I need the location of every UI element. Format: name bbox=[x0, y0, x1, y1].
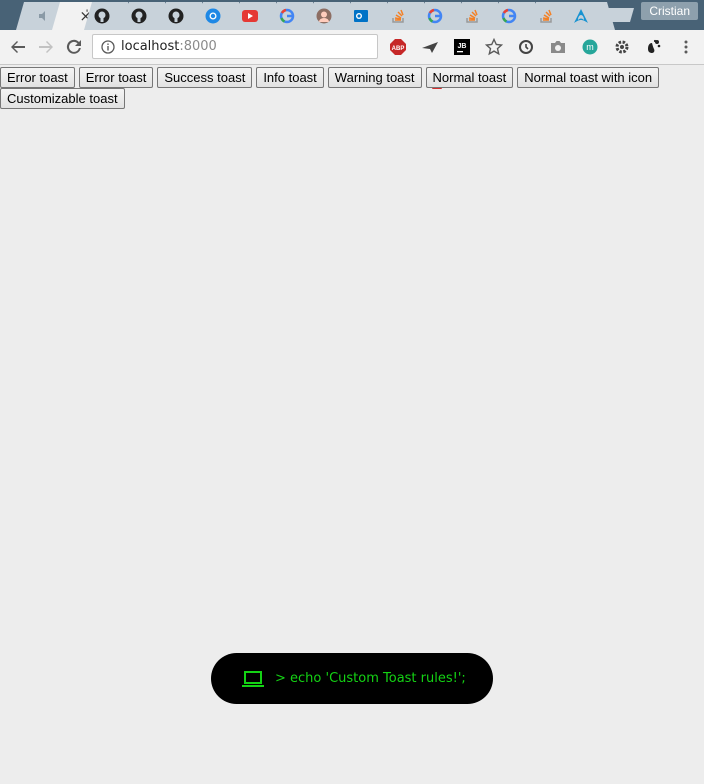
info-toast-button[interactable]: Info toast bbox=[256, 67, 324, 88]
speaker-icon[interactable] bbox=[36, 8, 52, 24]
outlook-icon bbox=[353, 8, 369, 24]
github-icon bbox=[94, 8, 110, 24]
new-tab-button[interactable] bbox=[600, 8, 634, 22]
error-toast-button-2[interactable]: Error toast bbox=[78, 67, 154, 88]
laptop-icon bbox=[241, 667, 265, 691]
sync-extension-icon[interactable] bbox=[516, 37, 536, 57]
info-icon[interactable] bbox=[101, 40, 115, 54]
github-icon bbox=[168, 8, 184, 24]
github-icon bbox=[131, 8, 147, 24]
url-host: localhost bbox=[121, 39, 180, 54]
google-icon bbox=[279, 8, 295, 24]
url-text: localhost:8000 bbox=[121, 39, 217, 54]
stackoverflow-icon bbox=[390, 8, 406, 24]
m-extension-icon[interactable]: m bbox=[580, 37, 600, 57]
jetbrains-icon[interactable]: JB bbox=[452, 37, 472, 57]
google-icon bbox=[427, 8, 443, 24]
normal-toast-with-icon-button[interactable]: Normal toast with icon bbox=[517, 67, 660, 88]
normal-toast-button[interactable]: Normal toast bbox=[425, 67, 514, 88]
chromium-icon bbox=[205, 8, 221, 24]
back-icon[interactable] bbox=[8, 37, 28, 57]
svg-text:JB: JB bbox=[458, 43, 467, 50]
reload-icon[interactable] bbox=[64, 37, 84, 57]
tab-strip: ' × Cristian bbox=[0, 0, 704, 30]
address-bar[interactable]: localhost:8000 bbox=[92, 34, 378, 59]
gnome-icon[interactable] bbox=[644, 37, 664, 57]
toast-buttons: Error toast Error toast Success toast In… bbox=[0, 67, 690, 109]
success-toast-button[interactable]: Success toast bbox=[157, 67, 253, 88]
avatar-icon bbox=[316, 8, 332, 24]
plane-extension-icon[interactable] bbox=[420, 37, 440, 57]
url-port: :8000 bbox=[179, 39, 217, 54]
customizable-toast-button[interactable]: Customizable toast bbox=[0, 88, 125, 109]
stackoverflow-icon bbox=[464, 8, 480, 24]
menu-icon[interactable] bbox=[676, 37, 696, 57]
google-icon bbox=[501, 8, 517, 24]
error-toast-button[interactable]: Error toast bbox=[0, 67, 75, 88]
svg-text:ABP: ABP bbox=[392, 46, 405, 52]
stackoverflow-icon bbox=[538, 8, 554, 24]
svg-text:m: m bbox=[586, 42, 594, 52]
bookmark-star-icon[interactable] bbox=[484, 37, 504, 57]
toast-message: > echo 'Custom Toast rules!'; bbox=[275, 671, 466, 686]
adblock-icon[interactable]: ABP bbox=[388, 37, 408, 57]
profile-button[interactable]: Cristian bbox=[641, 2, 698, 20]
browser-toolbar: localhost:8000 ABP 1 JB m bbox=[0, 30, 704, 89]
forward-icon[interactable] bbox=[36, 37, 56, 57]
custom-toast: > echo 'Custom Toast rules!'; bbox=[211, 653, 493, 704]
arch-icon bbox=[573, 8, 589, 24]
youtube-icon bbox=[242, 8, 258, 24]
camera-icon[interactable] bbox=[548, 37, 568, 57]
warning-toast-button[interactable]: Warning toast bbox=[327, 67, 422, 88]
gear-extension-icon[interactable] bbox=[612, 37, 632, 57]
